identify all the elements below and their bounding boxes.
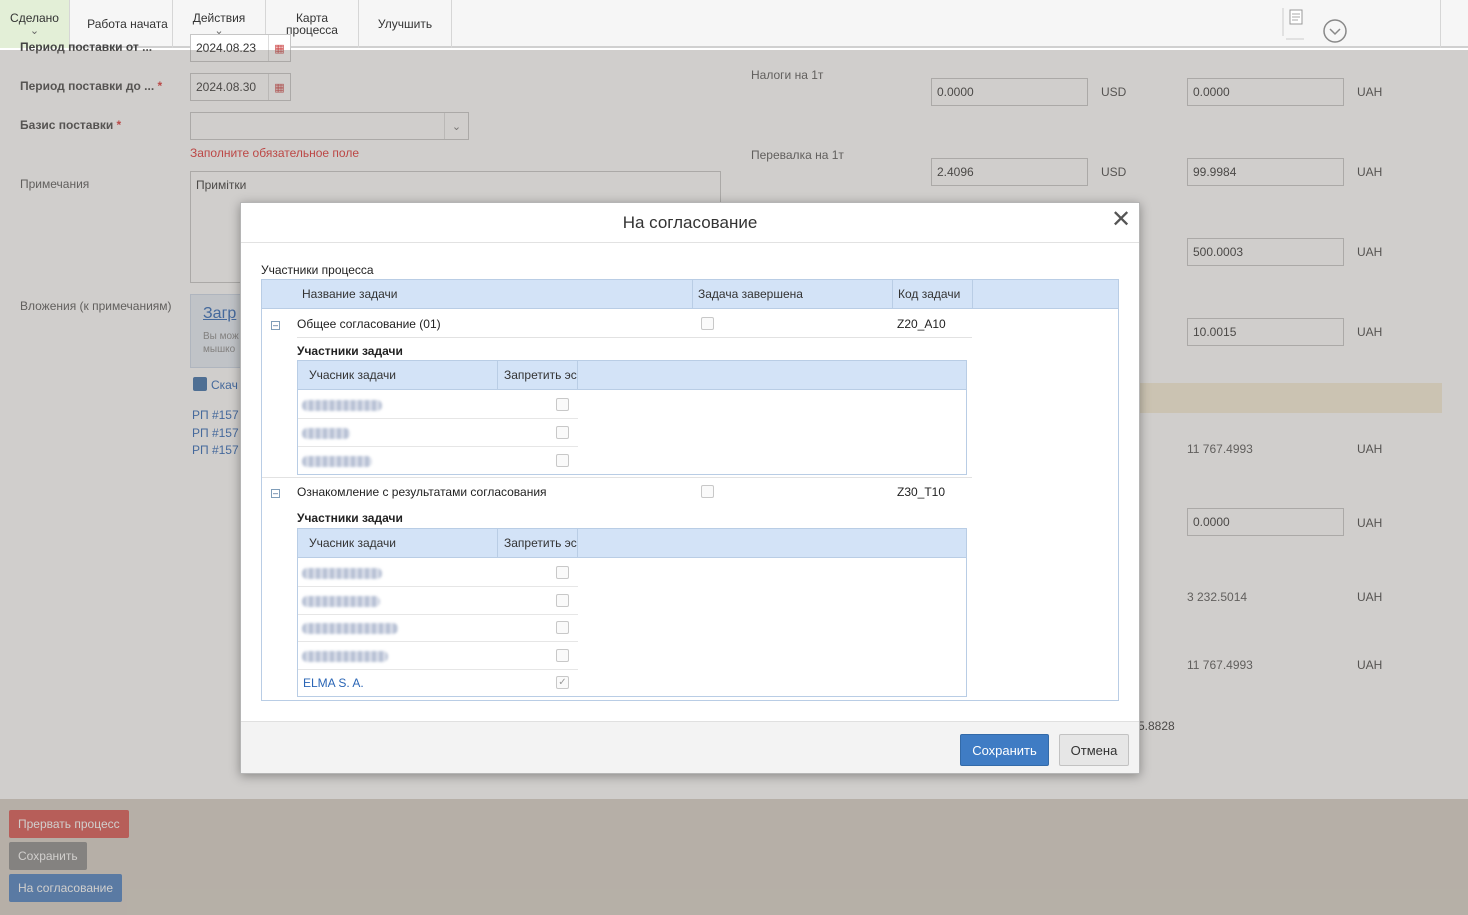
task-name: Общее согласование (01) (297, 317, 441, 331)
participant-row[interactable] (298, 642, 578, 670)
col-participant[interactable]: Учасник задачи (303, 361, 498, 390)
participant-name-redacted (302, 400, 382, 411)
col-task-code[interactable]: Код задачи (892, 280, 972, 309)
approval-dialog: На согласование ✕ Участники процесса Наз… (240, 202, 1140, 774)
row-divider (262, 477, 972, 478)
col-forbid[interactable]: Запретить эс (498, 361, 578, 390)
participant-name-redacted (302, 596, 380, 607)
toolbar-divider (1440, 0, 1441, 48)
forbid-checkbox[interactable] (556, 649, 569, 662)
task-participants-label: Участники задачи (297, 511, 403, 525)
improve-label: Улучшить (377, 17, 433, 31)
participant-name-redacted (302, 428, 350, 439)
forbid-checkbox[interactable] (556, 398, 569, 411)
task-done-checkbox[interactable] (701, 317, 714, 330)
task-participants-label: Участники задачи (297, 344, 403, 358)
participant-row[interactable] (298, 447, 578, 475)
participant-name[interactable]: ELMA S. A. (303, 676, 364, 690)
dialog-title: На согласование (241, 203, 1139, 243)
task-code: Z30_T10 (897, 485, 946, 499)
forbid-checkbox[interactable] (556, 594, 569, 607)
save-button[interactable]: Сохранить (960, 734, 1049, 766)
actions-label: Действия (192, 11, 246, 25)
participant-name-redacted (302, 456, 372, 467)
participants-label: Участники процесса (261, 263, 374, 277)
work-started-label: Работа начата (87, 17, 168, 31)
sub-grid-header: Учасник задачи Запретить эс (298, 361, 966, 390)
forbid-checkbox[interactable] (556, 454, 569, 467)
participant-row[interactable] (298, 587, 578, 615)
done-label: Сделано (10, 11, 59, 25)
col-task-name[interactable]: Название задачи (297, 280, 692, 309)
grid-header: Название задачи Задача завершена Код зад… (262, 280, 1118, 309)
row-divider (297, 337, 972, 338)
col-participant[interactable]: Учасник задачи (303, 529, 498, 558)
collapse-icon[interactable]: – (271, 489, 280, 498)
expand-circle-icon[interactable] (1322, 18, 1348, 44)
participant-row[interactable] (298, 614, 578, 642)
sub-grid-header: Учасник задачи Запретить эс (298, 529, 966, 558)
dialog-footer: Сохранить Отмена (241, 721, 1139, 773)
forbid-checkbox[interactable] (556, 621, 569, 634)
participant-row[interactable] (298, 559, 578, 587)
improve-button[interactable]: Улучшить (359, 0, 452, 48)
chevron-down-icon: ⌄ (29, 25, 40, 37)
col-forbid[interactable]: Запретить эс (498, 529, 578, 558)
close-icon[interactable]: ✕ (1109, 208, 1133, 233)
forbid-checkbox[interactable] (556, 426, 569, 439)
task-participants-grid: Учасник задачи Запретить эс (297, 360, 967, 475)
task-done-checkbox[interactable] (701, 485, 714, 498)
collapse-icon[interactable]: – (271, 321, 280, 330)
forbid-checkbox-checked[interactable]: ✓ (556, 676, 569, 689)
document-icon[interactable] (1282, 6, 1322, 42)
participant-name-redacted (302, 651, 388, 662)
col-divider (972, 280, 973, 309)
task-participants-grid: Учасник задачи Запретить эс ELMA S. A. ✓ (297, 528, 967, 697)
participant-row[interactable]: ELMA S. A. ✓ (298, 669, 578, 697)
forbid-checkbox[interactable] (556, 566, 569, 579)
task-code: Z20_A10 (897, 317, 946, 331)
participant-name-redacted (302, 623, 398, 634)
process-map-label-2: процесса (286, 23, 338, 37)
process-participants-grid: Название задачи Задача завершена Код зад… (261, 279, 1119, 701)
participant-row[interactable] (298, 391, 578, 419)
task-name: Ознакомление с результатами согласования (297, 485, 547, 499)
participant-row[interactable] (298, 419, 578, 447)
participant-name-redacted (302, 568, 382, 579)
cancel-button[interactable]: Отмена (1059, 734, 1129, 766)
col-task-done[interactable]: Задача завершена (692, 280, 892, 309)
